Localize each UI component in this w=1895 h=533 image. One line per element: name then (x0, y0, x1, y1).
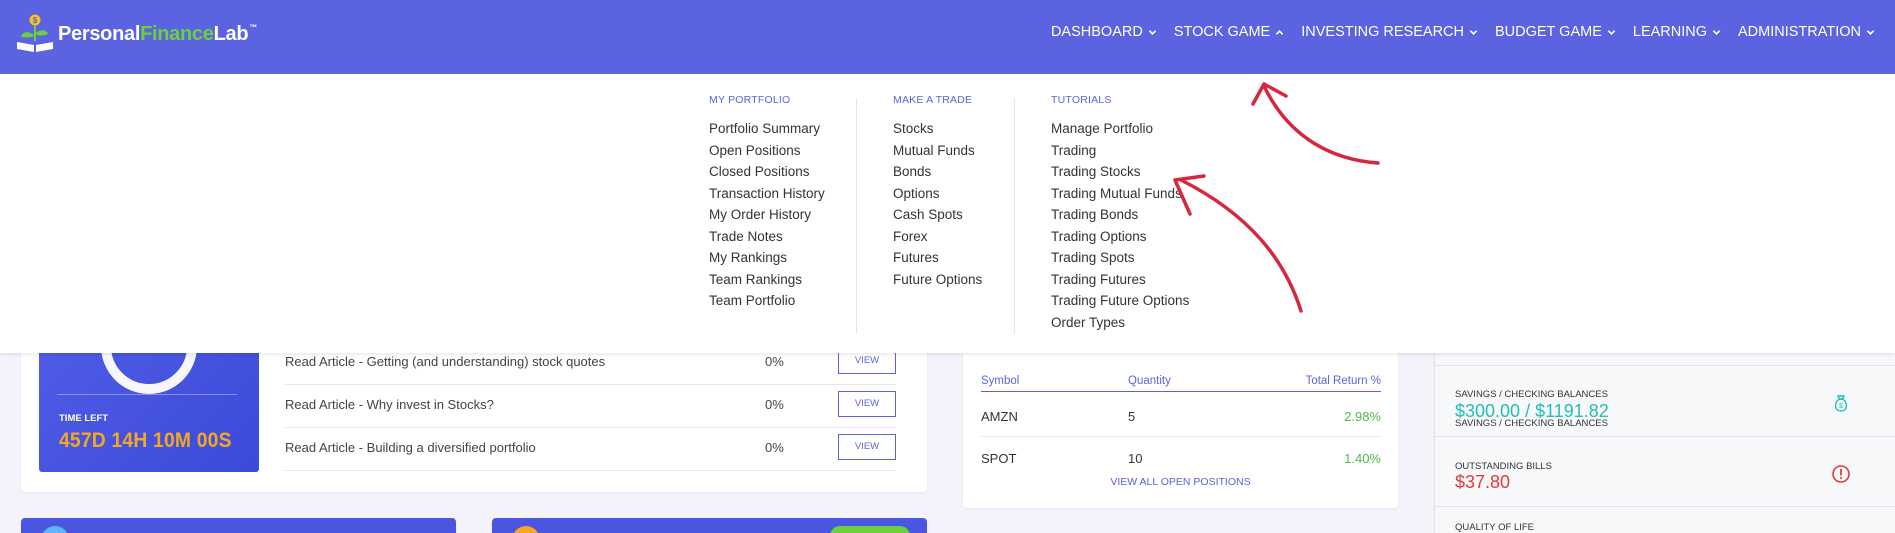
nav-learning[interactable]: LEARNING (1633, 24, 1721, 40)
nav-label: BUDGET GAME (1494, 24, 1602, 40)
menu-link-stocks[interactable]: Stocks (893, 118, 982, 140)
menu-link-futures[interactable]: Futures (893, 247, 982, 269)
logo-text: PersonalFinanceLab™ (58, 22, 257, 45)
menu-column-make-a-trade: MAKE A TRADE Stocks Mutual Funds Bonds O… (893, 94, 982, 290)
nav-label: ADMINISTRATION (1738, 24, 1861, 40)
menu-link-trade-notes[interactable]: Trade Notes (709, 226, 825, 248)
menu-column-tutorials: TUTORIALS Manage Portfolio Trading Tradi… (1051, 94, 1189, 333)
nav-administration[interactable]: ADMINISTRATION (1738, 24, 1875, 40)
task-name: Read Article - Building a diversified po… (285, 440, 536, 455)
divider (57, 394, 237, 395)
savings-value: $300.00 / $1191.82 (1455, 401, 1609, 421)
position-symbol: AMZN (981, 409, 1018, 424)
menu-link-order-types[interactable]: Order Types (1051, 312, 1189, 334)
menu-link-trading-spots[interactable]: Trading Spots (1051, 247, 1189, 269)
menu-link-my-order-history[interactable]: My Order History (709, 204, 825, 226)
task-progress: 0% (765, 440, 784, 455)
menu-link-forex[interactable]: Forex (893, 226, 982, 248)
savings-label-text: SAVINGS / CHECKING BALANCES (1455, 389, 1608, 400)
menu-link-my-rankings[interactable]: My Rankings (709, 247, 825, 269)
finances-panel: SAVINGS / CHECKING BALANCES SAVINGS / CH… (1434, 338, 1895, 533)
svg-text:$: $ (1839, 403, 1843, 410)
menu-heading: MY PORTFOLIO (709, 94, 791, 106)
view-all-open-positions-link[interactable]: VIEW ALL OPEN POSITIONS (963, 476, 1398, 488)
menu-link-manage-portfolio[interactable]: Manage Portfolio (1051, 118, 1189, 140)
menu-heading: MAKE A TRADE (893, 94, 973, 106)
positions-header: Symbol Quantity Total Return % (981, 372, 1381, 392)
task-name: Read Article - Getting (and understandin… (285, 354, 606, 369)
position-return: 2.98% (1344, 409, 1381, 424)
chevron-down-icon (1469, 29, 1478, 35)
header-quantity: Quantity (1128, 375, 1171, 387)
nav-label: LEARNING (1632, 24, 1708, 40)
position-row[interactable]: SPOT 10 1.40% (981, 437, 1381, 480)
menu-link-trading-bonds[interactable]: Trading Bonds (1051, 204, 1189, 226)
menu-link-portfolio-summary[interactable]: Portfolio Summary (709, 118, 825, 140)
logo-flower-book-icon: $ (17, 14, 53, 52)
task-name: Read Article - Why invest in Stocks? (285, 397, 494, 412)
nav-label: STOCK GAME (1173, 24, 1271, 40)
menu-link-options[interactable]: Options (893, 183, 982, 205)
chevron-up-icon (1276, 29, 1284, 35)
stock-game-dropdown-menu: MY PORTFOLIO Portfolio Summary Open Posi… (0, 74, 1895, 353)
nav-label: INVESTING RESEARCH (1301, 24, 1464, 40)
task-progress: 0% (765, 354, 784, 369)
task-row: Read Article - Building a diversified po… (285, 428, 896, 471)
menu-divider (1014, 98, 1015, 334)
chevron-down-icon (1712, 29, 1721, 35)
task-row: Read Article - Why invest in Stocks? 0% … (285, 385, 896, 428)
menu-link-cash-spots[interactable]: Cash Spots (893, 204, 982, 226)
bills-label: OUTSTANDING BILLS (1455, 461, 1552, 472)
time-left-card: TIME LEFT 457D 14H 10M 00S (39, 338, 259, 472)
top-navbar: $ PersonalFinanceLab™ DASHBOARD STOCK GA… (0, 0, 1895, 74)
menu-link-trading-stocks[interactable]: Trading Stocks (1051, 161, 1189, 183)
svg-text:$: $ (33, 16, 38, 25)
position-row[interactable]: AMZN 5 2.98% (981, 394, 1381, 437)
menu-link-trading-futures[interactable]: Trading Futures (1051, 269, 1189, 291)
header-total-return: Total Return % (1305, 375, 1381, 387)
bottom-card-left (21, 518, 456, 533)
nav-dashboard[interactable]: DASHBOARD (1051, 24, 1157, 40)
task-progress: 0% (765, 397, 784, 412)
open-positions-card: Symbol Quantity Total Return % AMZN 5 2.… (963, 338, 1398, 508)
card-badge (830, 526, 910, 533)
menu-heading: TUTORIALS (1051, 94, 1112, 106)
money-bag-icon: $ (1834, 395, 1848, 412)
position-return: 1.40% (1344, 451, 1381, 466)
time-left-label: TIME LEFT (59, 413, 109, 424)
nav-investing-research[interactable]: INVESTING RESEARCH (1301, 24, 1478, 40)
header-symbol: Symbol (981, 375, 1020, 387)
menu-divider (856, 98, 857, 334)
nav-label: DASHBOARD (1050, 24, 1143, 40)
menu-link-team-rankings[interactable]: Team Rankings (709, 269, 825, 291)
view-button[interactable]: VIEW (838, 434, 896, 460)
menu-link-team-portfolio[interactable]: Team Portfolio (709, 290, 825, 312)
menu-link-bonds[interactable]: Bonds (893, 161, 982, 183)
view-button[interactable]: VIEW (838, 391, 896, 417)
menu-link-trading-options[interactable]: Trading Options (1051, 226, 1189, 248)
menu-link-future-options[interactable]: Future Options (893, 269, 982, 291)
position-symbol: SPOT (981, 451, 1017, 466)
menu-link-trading[interactable]: Trading (1051, 140, 1189, 162)
main-nav-menu: DASHBOARD STOCK GAME INVESTING RESEARCH … (1034, 0, 1875, 64)
brand-logo[interactable]: $ PersonalFinanceLab™ (12, 12, 257, 56)
menu-column-my-portfolio: MY PORTFOLIO Portfolio Summary Open Posi… (709, 94, 825, 312)
chevron-down-icon (1866, 29, 1875, 35)
chevron-down-icon (1148, 29, 1157, 35)
quality-of-life-label: QUALITY OF LIFE (1455, 522, 1535, 533)
nav-stock-game[interactable]: STOCK GAME (1174, 24, 1284, 40)
menu-link-transaction-history[interactable]: Transaction History (709, 183, 825, 205)
menu-link-open-positions[interactable]: Open Positions (709, 140, 825, 162)
menu-link-trading-future-options[interactable]: Trading Future Options (1051, 290, 1189, 312)
bills-value: $37.80 (1455, 472, 1511, 492)
time-left-value: 457D 14H 10M 00S (59, 429, 232, 452)
position-quantity: 10 (1128, 451, 1143, 466)
nav-budget-game[interactable]: BUDGET GAME (1495, 24, 1616, 40)
menu-link-trading-mutual-funds[interactable]: Trading Mutual Funds (1051, 183, 1189, 205)
menu-link-mutual-funds[interactable]: Mutual Funds (893, 140, 982, 162)
chevron-down-icon (1607, 29, 1616, 35)
alert-icon (1832, 465, 1850, 483)
menu-link-closed-positions[interactable]: Closed Positions (709, 161, 825, 183)
position-quantity: 5 (1128, 409, 1136, 424)
